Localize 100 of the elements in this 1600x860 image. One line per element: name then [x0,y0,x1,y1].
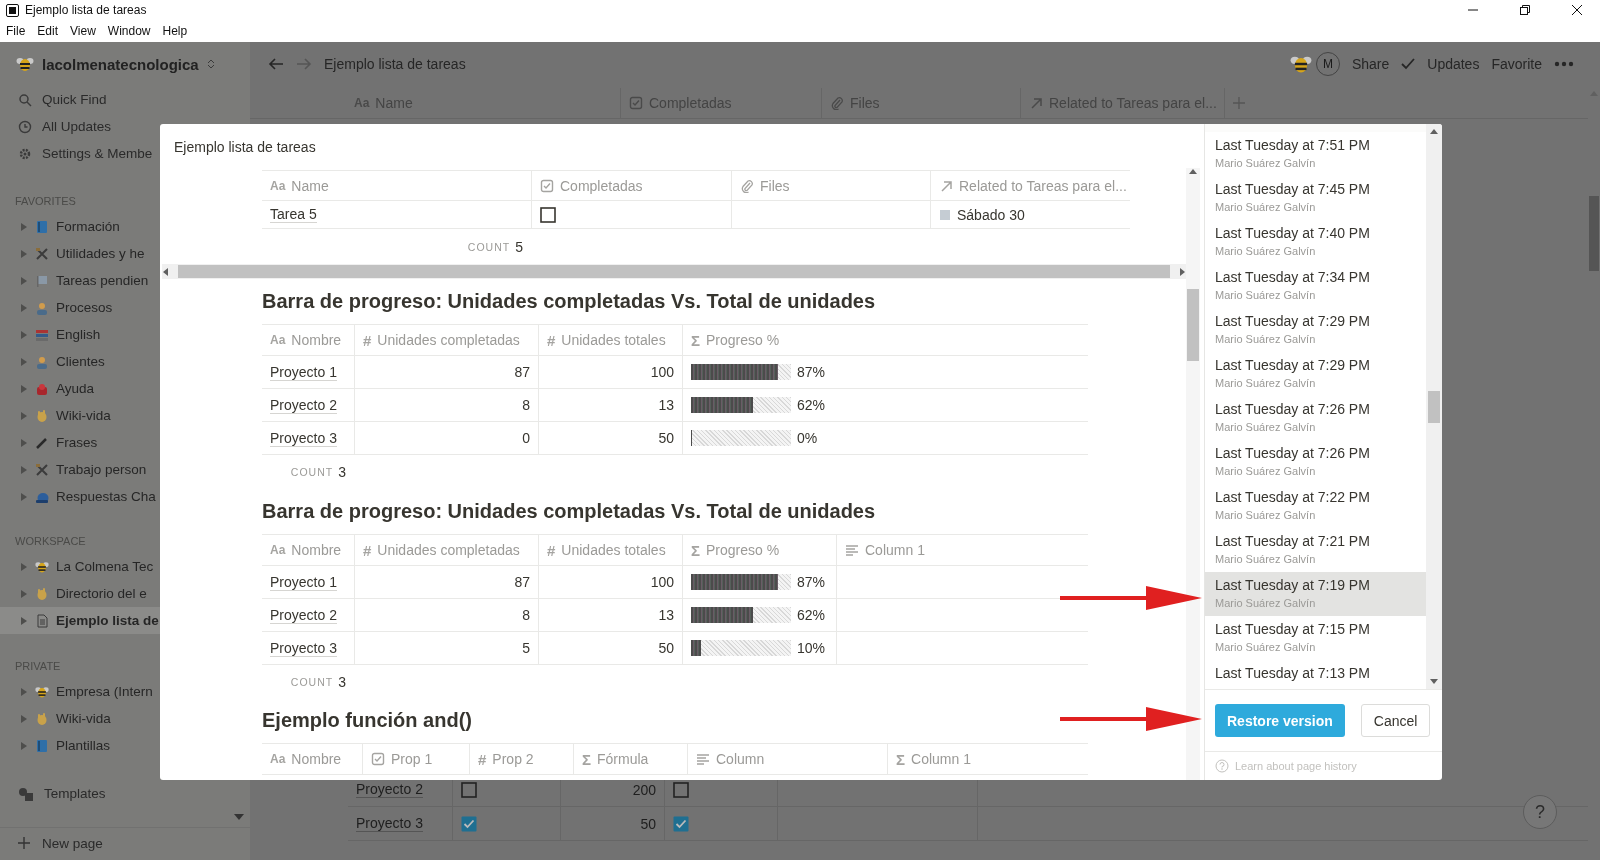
sidebar-item[interactable]: Utilidades y he [0,240,250,267]
nav-item[interactable]: Quick Find [42,92,107,107]
sidebar-item[interactable]: Tareas pendien [0,267,250,294]
column-header[interactable]: Column 1 [865,542,925,558]
row-title[interactable]: Proyecto 2 [270,606,337,624]
menu-item[interactable]: Help [162,24,188,38]
scroll-thumb[interactable] [1589,196,1599,271]
sidebar-item[interactable]: Wiki-vida [0,402,250,429]
menu-item[interactable]: File [6,24,26,38]
updates-button[interactable]: Updates [1427,56,1480,72]
row-title[interactable]: Proyecto 1 [270,363,337,381]
version-item[interactable]: Last Tuesday at 7:45 PM Mario Suárez Galvín [1205,176,1426,220]
row-title[interactable]: Tarea 5 [270,206,317,223]
sidebar-item[interactable]: Respuestas Cha [0,483,250,510]
scroll-thumb[interactable] [1187,289,1199,361]
checkbox[interactable] [673,781,689,798]
version-item[interactable]: Last Tuesday at 7:40 PM Mario Suárez Galvín [1205,220,1426,264]
restore-button[interactable]: Restore version [1215,704,1345,738]
checkbox[interactable] [673,815,689,832]
column-header[interactable]: Prop 1 [391,751,433,767]
row-title[interactable]: Proyecto 2 [356,781,423,798]
version-item[interactable]: Last Tuesday at 7:26 PM Mario Suárez Galvín [1205,440,1426,484]
version-item[interactable]: Last Tuesday at 7:29 PM Mario Suárez Galvín [1205,308,1426,352]
section-heading: Barra de progreso: Unidades completadas Vs. Total de unidades [262,290,876,313]
column-header[interactable]: Unidades totales [561,542,666,558]
sidebar-item[interactable]: Trabajo person [0,456,250,483]
vertical-scrollbar[interactable] [1426,124,1442,689]
sidebar-item[interactable]: Clientes [0,348,250,375]
nav-item[interactable]: Settings & Membe [42,146,153,161]
column-header[interactable]: Nombre [291,751,342,767]
formula-type-icon: Σ [896,750,905,768]
row-title[interactable]: Proyecto 3 [270,429,337,447]
count-value: 3 [338,464,346,480]
bee-icon [35,684,49,699]
column-header[interactable]: Unidades completadas [377,332,520,348]
version-item[interactable]: Last Tuesday at 7:51 PM Mario Suárez Galvín [1205,132,1426,176]
column-header[interactable]: Prop 2 [492,751,534,767]
scroll-up-icon [1430,128,1438,134]
version-item[interactable]: Last Tuesday at 7:15 PM Mario Suárez Galvín [1205,616,1426,660]
checkbox[interactable] [540,206,556,223]
checkbox[interactable] [461,781,477,798]
row-title[interactable]: Proyecto 2 [270,396,337,414]
column-header[interactable]: Related to Tareas para el... [959,177,1127,194]
version-item[interactable]: Last Tuesday at 7:19 PM Mario Suárez Galvín [1205,572,1426,616]
column-header[interactable]: Unidades totales [561,332,666,348]
version-item[interactable]: Last Tuesday at 7:22 PM Mario Suárez Galvín [1205,484,1426,528]
table-cell: 100 [650,574,674,590]
expand-icon [20,356,28,367]
column-header[interactable]: Column 1 [911,751,971,767]
help-icon [1215,759,1229,774]
workspace-name[interactable]: lacolmenatecnologica [42,55,199,73]
table-cell: 87 [514,364,530,380]
percent-text: 62% [797,397,826,413]
scroll-thumb[interactable] [178,265,1170,278]
templates-link[interactable]: Templates [44,786,106,801]
count-value: 5 [515,238,523,255]
row-title[interactable]: Proyecto 3 [356,815,423,832]
version-item[interactable]: Last Tuesday at 7:34 PM Mario Suárez Galvín [1205,264,1426,308]
column-header[interactable]: Nombre [291,332,342,348]
sidebar-item[interactable]: Ayuda [0,375,250,402]
column-header[interactable]: Files [760,177,790,194]
sidebar-item[interactable]: English [0,321,250,348]
new-page-link[interactable]: New page [42,835,103,851]
sidebar-item[interactable]: Plantillas [0,732,250,759]
sidebar-item[interactable]: Frases [0,429,250,456]
column-header[interactable]: Progreso % [706,332,780,348]
sidebar-item[interactable]: Wiki-vida [0,705,250,732]
favorite-button[interactable]: Favorite [1491,56,1542,72]
vertical-scrollbar[interactable] [1186,168,1200,780]
column-header[interactable]: Nombre [291,542,342,558]
row-title[interactable]: Proyecto 3 [270,639,337,657]
scroll-thumb[interactable] [1428,390,1440,423]
menu-item[interactable]: Edit [37,24,59,38]
column-header[interactable]: Progreso % [706,542,780,558]
sidebar-item[interactable]: La Colmena Tec [0,553,250,580]
breadcrumb[interactable]: Ejemplo lista de tareas [324,56,1278,72]
relation-link[interactable]: Sábado 30 [957,206,1025,223]
horizontal-scrollbar[interactable] [162,264,1186,279]
row-title[interactable]: Proyecto 1 [270,573,337,591]
sidebar-item[interactable]: Empresa (Intern [0,678,250,705]
count-label: COUNT [290,466,334,478]
menu-item[interactable]: Window [107,24,151,38]
column-header[interactable]: Fórmula [597,751,649,767]
cancel-button[interactable]: Cancel [1360,704,1431,738]
sidebar-item[interactable]: Procesos [0,294,250,321]
nav-item[interactable]: All Updates [42,119,112,134]
share-button[interactable]: Share [1351,56,1390,72]
column-header[interactable]: Completadas [560,177,643,194]
sidebar-item[interactable]: Directorio del e [0,580,250,607]
version-item[interactable]: Last Tuesday at 7:21 PM Mario Suárez Galvín [1205,528,1426,572]
column-header[interactable]: Unidades completadas [377,542,520,558]
sidebar-item[interactable]: Formación [0,213,250,240]
version-item[interactable]: Last Tuesday at 7:26 PM Mario Suárez Galvín [1205,396,1426,440]
checkbox[interactable] [461,815,477,832]
version-item[interactable]: Last Tuesday at 7:29 PM Mario Suárez Galvín [1205,352,1426,396]
version-item[interactable]: Last Tuesday at 7:13 PM [1205,660,1426,689]
menu-item[interactable]: View [70,24,96,38]
column-header[interactable]: Name [291,177,329,194]
help-link[interactable]: Learn about page history [1205,751,1442,780]
column-header[interactable]: Column [716,751,765,767]
